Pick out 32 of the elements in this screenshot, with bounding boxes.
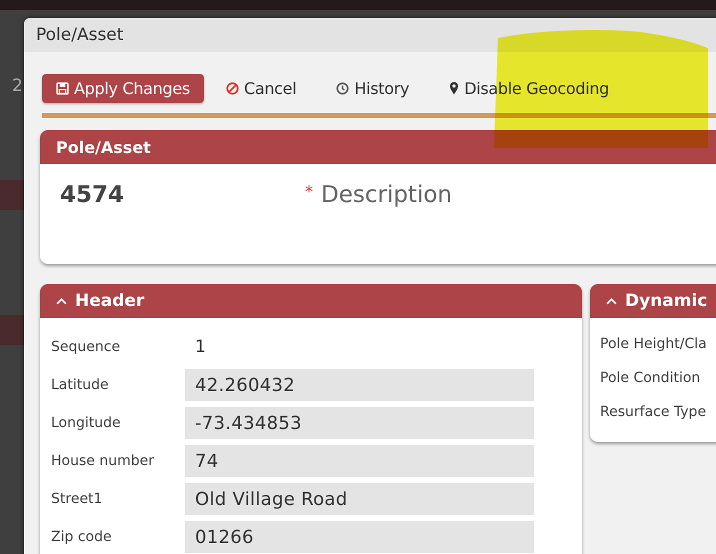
window-title: Pole/Asset [36,25,124,45]
background-text: 2 [12,76,23,96]
field-label: Latitude [51,377,110,393]
field-label: Sequence [51,339,122,355]
clock-icon [336,82,350,94]
section-title: Header [75,291,144,311]
save-icon [56,82,69,94]
field-label: Longitude [51,415,122,431]
input-field[interactable]: 74 [185,445,534,477]
asset-number: 4574 [60,182,126,208]
field-label: Resurface Type [600,404,708,420]
input-field[interactable]: 01266 [185,521,534,553]
input-field[interactable]: -73.434853 [185,407,534,439]
required-mark: * [305,182,313,201]
field-label: House number [51,453,155,469]
section-header[interactable]: Dynamic [590,284,716,318]
input-field[interactable]: 42.260432 [185,369,534,401]
section-title: Dynamic [625,291,708,311]
cancel-icon [226,82,239,94]
toolbar-button[interactable]: Apply Changes [42,74,204,102]
field-value: 1 [194,337,206,357]
section-header[interactable]: Header [40,284,582,318]
description-label: Description [321,182,452,208]
map-pin-icon [449,81,460,95]
field-label: Street1 [51,491,104,507]
field-label: Pole Height/Cla [600,336,708,352]
field-label: Pole Condition [600,370,702,386]
toolbar-button[interactable]: History [326,74,420,102]
toolbar-button[interactable]: Cancel [216,74,306,102]
card-title: Pole/Asset [56,138,151,156]
input-field[interactable]: Old Village Road [185,483,534,515]
field-label: Zip code [51,529,113,545]
